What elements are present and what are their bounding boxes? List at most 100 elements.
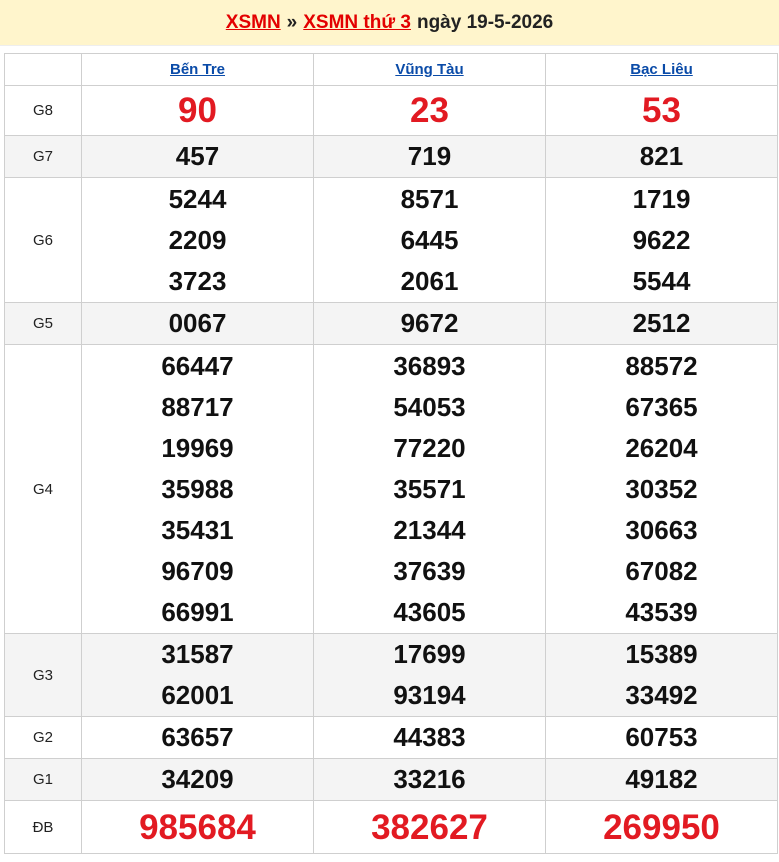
prize-number: 1719 xyxy=(632,183,691,214)
prize-number: 2061 xyxy=(400,265,459,296)
prize-cell: 2512 xyxy=(545,302,778,345)
prize-number: 269950 xyxy=(603,807,720,847)
prize-number: 43605 xyxy=(393,596,466,627)
prize-cell: 985684 xyxy=(81,800,314,854)
prize-cell: 34209 xyxy=(81,758,314,801)
prize-cell: 23 xyxy=(313,85,546,136)
prize-number: 66447 xyxy=(161,350,234,381)
prize-cell: 5244 2209 3723 xyxy=(81,177,314,303)
prize-cell: 60753 xyxy=(545,716,778,759)
prize-number: 3723 xyxy=(168,265,227,296)
prize-label: G3 xyxy=(4,633,82,717)
prize-cell: 1719 9622 5544 xyxy=(545,177,778,303)
prize-number: 53 xyxy=(642,91,681,130)
prize-number: 67082 xyxy=(625,555,698,586)
prize-number: 67365 xyxy=(625,391,698,422)
prize-number: 19969 xyxy=(161,432,234,463)
prize-number: 60753 xyxy=(625,722,698,752)
prize-number: 35988 xyxy=(161,473,234,504)
province-header-1[interactable]: Bến Tre xyxy=(81,53,314,86)
prize-number: 985684 xyxy=(139,807,256,847)
breadcrumb-separator: » xyxy=(286,11,298,33)
province-header-2[interactable]: Vũng Tàu xyxy=(313,53,546,86)
prize-cell: 63657 xyxy=(81,716,314,759)
prize-label: G1 xyxy=(4,758,82,801)
prize-number: 77220 xyxy=(393,432,466,463)
prize-number: 2512 xyxy=(632,308,691,338)
prize-number: 821 xyxy=(639,141,684,171)
province-link[interactable]: Vũng Tàu xyxy=(395,61,463,78)
prize-number: 88572 xyxy=(625,350,698,381)
prize-number: 63657 xyxy=(161,722,234,752)
province-header-3[interactable]: Bạc Liêu xyxy=(545,53,778,86)
prize-number: 5544 xyxy=(632,265,691,296)
prize-cell: 66447 88717 19969 35988 35431 96709 66991 xyxy=(81,344,314,634)
table-row: G3 31587 62001 17699 93194 15389 33492 xyxy=(4,633,778,717)
prize-number: 8571 xyxy=(400,183,459,214)
prize-number: 9622 xyxy=(632,224,691,255)
table-header-row: Bến Tre Vũng Tàu Bạc Liêu xyxy=(4,53,778,86)
prize-number: 90 xyxy=(178,91,217,130)
prize-number: 96709 xyxy=(161,555,234,586)
prize-number: 21344 xyxy=(393,514,466,545)
prize-cell: 821 xyxy=(545,135,778,178)
prize-cell: 49182 xyxy=(545,758,778,801)
prize-number: 31587 xyxy=(161,639,234,669)
xsmn-weekday-link[interactable]: XSMN thứ 3 xyxy=(303,12,411,34)
prize-number: 9672 xyxy=(400,308,459,338)
table-row: G8 90 23 53 xyxy=(4,85,778,136)
prize-number: 44383 xyxy=(393,722,466,752)
province-link[interactable]: Bến Tre xyxy=(170,61,225,78)
table-row: ĐB 985684 382627 269950 xyxy=(4,800,778,854)
results-table: Bến Tre Vũng Tàu Bạc Liêu G8 90 23 53 G7 457 7… xyxy=(4,53,778,854)
prize-number: 35571 xyxy=(393,473,466,504)
prize-number: 23 xyxy=(410,91,449,130)
prize-number: 34209 xyxy=(161,764,234,794)
prize-cell: 382627 xyxy=(313,800,546,854)
prize-label: G2 xyxy=(4,716,82,759)
table-row: G2 63657 44383 60753 xyxy=(4,716,778,759)
prize-cell: 457 xyxy=(81,135,314,178)
prize-number: 30663 xyxy=(625,514,698,545)
prize-cell: 8571 6445 2061 xyxy=(313,177,546,303)
prize-label: G5 xyxy=(4,302,82,345)
prize-number: 719 xyxy=(407,141,452,171)
prize-cell: 0067 xyxy=(81,302,314,345)
prize-cell: 53 xyxy=(545,85,778,136)
prize-number: 33492 xyxy=(625,680,698,710)
prize-cell: 44383 xyxy=(313,716,546,759)
table-row: G6 5244 2209 3723 8571 6445 2061 1719 9622 5544 xyxy=(4,177,778,303)
prize-cell: 90 xyxy=(81,85,314,136)
prize-label: G7 xyxy=(4,135,82,178)
province-link[interactable]: Bạc Liêu xyxy=(630,61,693,78)
prize-number: 30352 xyxy=(625,473,698,504)
prize-number: 382627 xyxy=(371,807,488,847)
prize-label: ĐB xyxy=(4,800,82,854)
prize-number: 88717 xyxy=(161,391,234,422)
prize-cell: 31587 62001 xyxy=(81,633,314,717)
prize-cell: 719 xyxy=(313,135,546,178)
prize-number: 62001 xyxy=(161,680,234,710)
prize-number: 5244 xyxy=(168,183,227,214)
prize-label: G8 xyxy=(4,85,82,136)
prize-label: G4 xyxy=(4,344,82,634)
prize-cell: 15389 33492 xyxy=(545,633,778,717)
prize-number: 49182 xyxy=(625,764,698,794)
table-row: G1 34209 33216 49182 xyxy=(4,758,778,801)
prize-number: 26204 xyxy=(625,432,698,463)
prize-number: 36893 xyxy=(393,350,466,381)
prize-number: 37639 xyxy=(393,555,466,586)
prize-number: 33216 xyxy=(393,764,466,794)
xsmn-link[interactable]: XSMN xyxy=(226,12,281,34)
prize-number: 0067 xyxy=(168,308,227,338)
prize-cell: 269950 xyxy=(545,800,778,854)
page-title: XSMN » XSMN thứ 3 ngày 19-5-2026 xyxy=(0,0,779,46)
prize-label: G6 xyxy=(4,177,82,303)
draw-date: ngày 19-5-2026 xyxy=(416,11,554,33)
prize-number: 2209 xyxy=(168,224,227,255)
table-row: G7 457 719 821 xyxy=(4,135,778,178)
prize-number: 54053 xyxy=(393,391,466,422)
prize-cell: 33216 xyxy=(313,758,546,801)
prize-cell: 36893 54053 77220 35571 21344 37639 43605 xyxy=(313,344,546,634)
prize-cell: 88572 67365 26204 30352 30663 67082 43539 xyxy=(545,344,778,634)
